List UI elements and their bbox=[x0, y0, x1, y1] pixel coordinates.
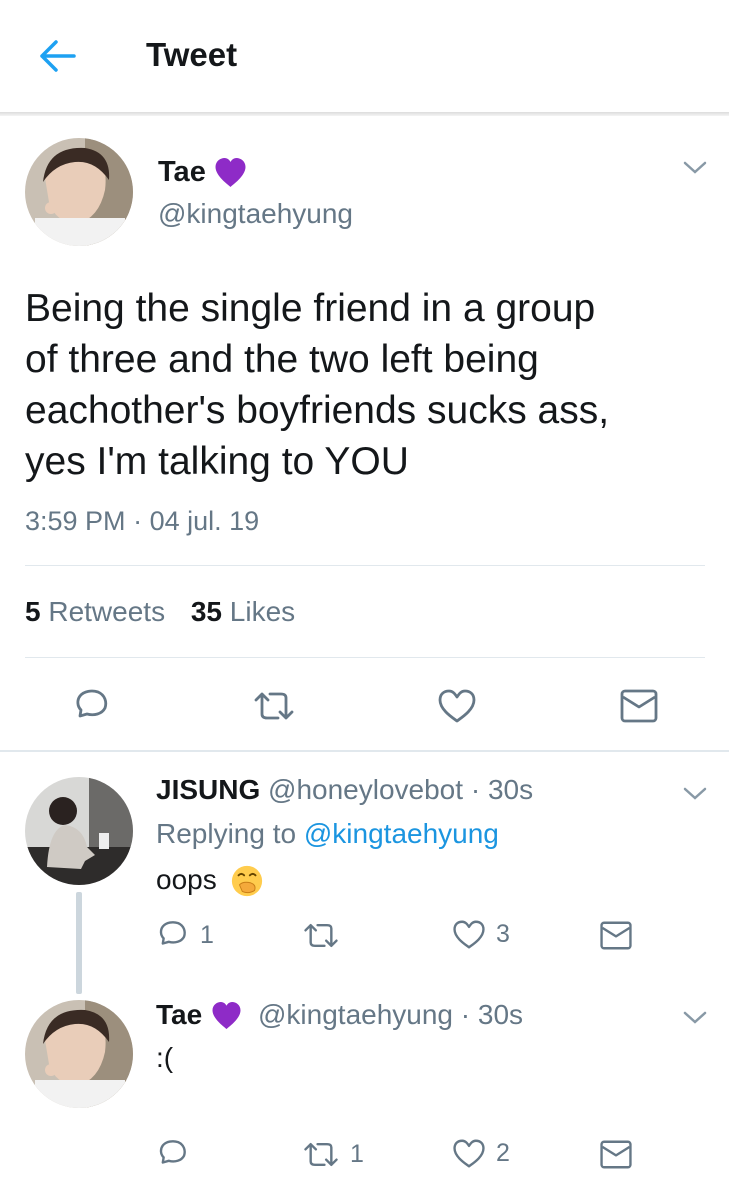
dot-separator: · bbox=[463, 774, 488, 805]
like-heart-icon[interactable] bbox=[437, 688, 477, 724]
share-mail-icon[interactable] bbox=[599, 920, 633, 951]
reply-button[interactable] bbox=[156, 1137, 200, 1171]
like-heart-icon bbox=[453, 1139, 485, 1168]
section-divider bbox=[0, 750, 729, 752]
like-heart-icon bbox=[453, 920, 485, 949]
replying-to-line: Replying to @kingtaehyung bbox=[156, 818, 499, 850]
thread-line bbox=[76, 892, 82, 994]
avatar[interactable] bbox=[25, 138, 133, 246]
retweet-icon[interactable] bbox=[252, 688, 296, 724]
retweets-label: Retweets bbox=[48, 596, 166, 627]
reply-icon[interactable] bbox=[72, 686, 112, 726]
author-handle[interactable]: @kingtaehyung bbox=[258, 999, 453, 1030]
purple-heart-icon bbox=[212, 1002, 241, 1030]
replying-to-label: Replying to bbox=[156, 818, 297, 849]
divider bbox=[25, 565, 705, 566]
chevron-down-icon[interactable] bbox=[682, 786, 708, 802]
header-divider bbox=[0, 112, 729, 116]
dot-separator: · bbox=[133, 506, 150, 536]
reply-time: 30s bbox=[477, 999, 524, 1030]
like-button[interactable]: 2 bbox=[452, 1138, 510, 1169]
retweet-button[interactable]: 1 bbox=[302, 1139, 364, 1170]
tweet-time: 3:59 PM bbox=[25, 506, 126, 536]
divider bbox=[25, 657, 705, 658]
page-title: Tweet bbox=[146, 36, 238, 73]
retweets-count: 5 bbox=[25, 596, 41, 627]
reply-text-content: oops bbox=[156, 864, 217, 895]
like-count: 3 bbox=[496, 920, 510, 948]
mention-link[interactable]: @kingtaehyung bbox=[304, 818, 499, 849]
reply-handle-line: @kingtaehyung · 30s bbox=[258, 999, 523, 1031]
reply-text: oops bbox=[156, 864, 217, 896]
tweet-date: 04 jul. 19 bbox=[149, 506, 260, 536]
likes-stat[interactable]: 35 Likes bbox=[191, 596, 295, 627]
likes-label: Likes bbox=[229, 596, 296, 627]
reply-text: :( bbox=[156, 1042, 174, 1073]
avatar[interactable] bbox=[25, 1000, 133, 1108]
purple-heart-icon bbox=[215, 158, 246, 187]
reply-button[interactable]: 1 bbox=[156, 918, 214, 952]
tweet-text-line: Being the single friend in a group bbox=[25, 287, 596, 330]
author-name[interactable]: Tae bbox=[156, 999, 202, 1030]
chevron-down-icon[interactable] bbox=[682, 160, 708, 176]
reply-header: JISUNG @honeylovebot · 30s bbox=[156, 774, 533, 806]
author-name[interactable]: Tae bbox=[158, 156, 206, 189]
reply-time: 30s bbox=[487, 774, 534, 805]
dot-separator: · bbox=[453, 999, 478, 1030]
retweet-icon bbox=[304, 1142, 338, 1167]
retweet-icon bbox=[304, 923, 338, 948]
engagement-stats: 5 Retweets 35 Likes bbox=[25, 596, 295, 628]
reply-count: 1 bbox=[200, 920, 214, 949]
like-count: 2 bbox=[496, 1139, 510, 1167]
tweet-text-line: yes I'm talking to YOU bbox=[25, 440, 409, 483]
reply-icon bbox=[159, 1140, 186, 1164]
author-handle[interactable]: @kingtaehyung bbox=[158, 198, 353, 230]
share-mail-icon[interactable] bbox=[599, 1139, 633, 1170]
top-bar: Tweet bbox=[0, 0, 729, 114]
retweet-count: 1 bbox=[350, 1140, 364, 1168]
back-arrow-icon[interactable] bbox=[36, 38, 78, 74]
avatar[interactable] bbox=[25, 777, 133, 885]
reply-icon bbox=[159, 921, 186, 945]
tweet-text: Being the single friend in a group of th… bbox=[25, 283, 609, 487]
tweet-timestamp: 3:59 PM · 04 jul. 19 bbox=[25, 506, 259, 537]
hand-over-mouth-emoji-icon bbox=[231, 865, 263, 897]
retweets-stat[interactable]: 5 Retweets bbox=[25, 596, 173, 627]
author-handle[interactable]: @honeylovebot bbox=[268, 774, 463, 805]
reply-header: Tae bbox=[156, 999, 202, 1031]
tweet-text-line: of three and the two left being bbox=[25, 338, 539, 381]
tweet-text-line: eachother's boyfriends sucks ass, bbox=[25, 389, 610, 432]
retweet-button[interactable] bbox=[302, 920, 350, 951]
author-name[interactable]: JISUNG bbox=[156, 774, 260, 805]
like-button[interactable]: 3 bbox=[452, 919, 510, 950]
chevron-down-icon[interactable] bbox=[682, 1010, 708, 1026]
share-mail-icon[interactable] bbox=[619, 688, 659, 724]
likes-count: 35 bbox=[190, 596, 223, 627]
